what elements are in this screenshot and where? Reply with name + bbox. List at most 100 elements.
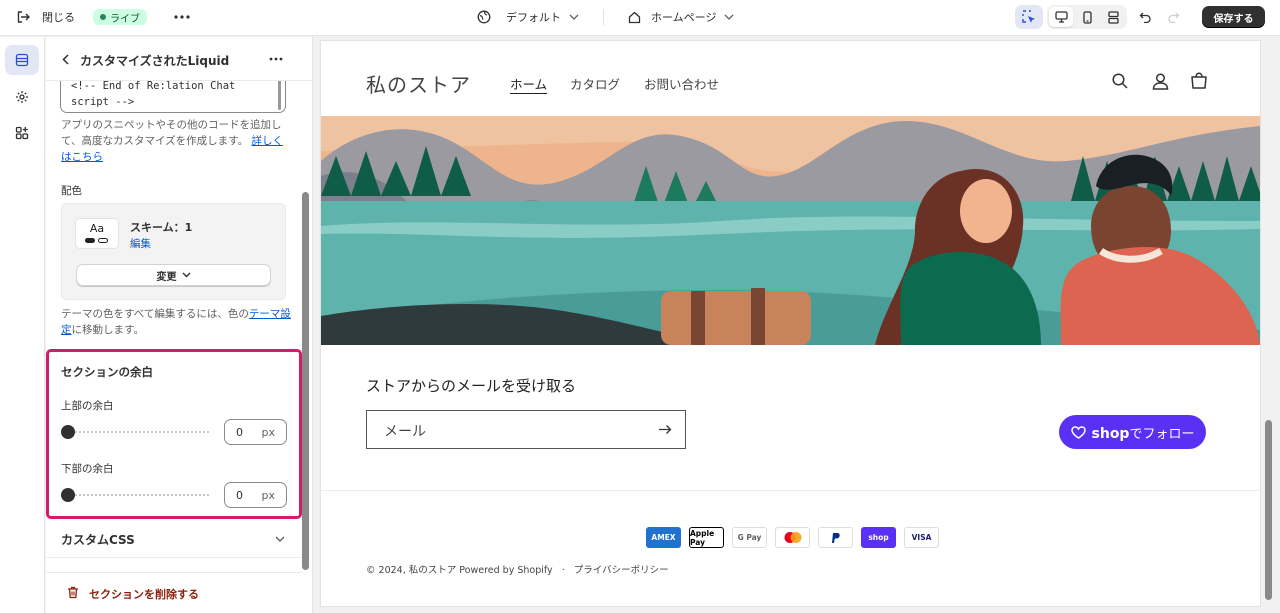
newsletter-title: ストアからのメールを受け取る bbox=[366, 377, 577, 395]
chevron-down-icon bbox=[724, 14, 734, 20]
redo-button[interactable] bbox=[1164, 8, 1182, 26]
storefront-preview: 私のストア ホーム カタログ お問い合わせ ストアからのメールを受け取る メール… bbox=[321, 41, 1260, 606]
color-scheme-label: 配色 bbox=[61, 185, 82, 197]
theme-note-post: に移動します。 bbox=[71, 324, 144, 336]
shop-follow-button[interactable]: shopでフォロー bbox=[1059, 415, 1206, 449]
bottom-margin-input[interactable]: 0 px bbox=[224, 482, 287, 508]
help-text: アプリのスニペットやその他のコードを追加して、高度なカスタマイズを作成します。 … bbox=[61, 117, 289, 165]
fullwidth-icon bbox=[1107, 10, 1119, 24]
change-scheme-button[interactable]: 変更 bbox=[76, 264, 271, 286]
top-margin-input[interactable]: 0 px bbox=[224, 419, 287, 445]
top-margin-value: 0 bbox=[236, 426, 243, 439]
more-actions-button[interactable] bbox=[174, 0, 190, 34]
section-margin-title: セクションの余白 bbox=[61, 365, 153, 379]
more-horizontal-icon bbox=[174, 15, 190, 19]
theme-note-pre: テーマの色をすべて編集するには、色の bbox=[61, 308, 249, 320]
custom-liquid-code-field[interactable]: <!-- End of Re:lation Chat script --> bbox=[60, 78, 286, 113]
bottom-margin-unit: px bbox=[261, 489, 276, 502]
mobile-icon bbox=[1082, 10, 1092, 24]
fullscreen-view-button[interactable] bbox=[1101, 7, 1125, 27]
desktop-icon bbox=[1054, 11, 1068, 23]
search-button[interactable] bbox=[1111, 72, 1129, 90]
apple-pay-icon: Apple Pay bbox=[689, 527, 724, 548]
top-bar: 閉じる ライブ デフォルト ホームページ 保存する bbox=[0, 0, 1280, 36]
close-label: 閉じる bbox=[42, 11, 75, 24]
swatch-text: Aa bbox=[89, 222, 105, 235]
code-scrollbar[interactable] bbox=[278, 78, 281, 110]
top-margin-unit: px bbox=[261, 426, 276, 439]
save-button[interactable]: 保存する bbox=[1202, 6, 1265, 28]
page-label: ホームページ bbox=[651, 11, 717, 24]
top-margin-slider-handle[interactable] bbox=[61, 425, 75, 439]
visa-icon: VISA bbox=[904, 527, 939, 548]
search-icon bbox=[1112, 73, 1128, 89]
color-scheme-card: Aa スキーム：1 編集 変更 bbox=[61, 203, 286, 300]
undo-icon bbox=[1139, 12, 1151, 23]
home-icon bbox=[628, 11, 641, 23]
close-button[interactable]: 閉じる bbox=[16, 0, 75, 34]
theme-selector[interactable]: デフォルト bbox=[477, 0, 579, 34]
delete-section-label: セクションを削除する bbox=[89, 588, 199, 601]
live-badge: ライブ bbox=[93, 9, 147, 25]
more-horizontal-icon bbox=[269, 57, 283, 61]
desktop-view-button[interactable] bbox=[1049, 7, 1073, 27]
section-more-button[interactable] bbox=[266, 51, 286, 67]
heart-icon bbox=[1070, 425, 1086, 439]
bottom-margin-slider[interactable] bbox=[63, 494, 211, 496]
footer-separator: · bbox=[561, 565, 565, 576]
apps-icon bbox=[15, 126, 29, 140]
scheme-edit-link[interactable]: 編集 bbox=[130, 236, 151, 251]
cart-icon bbox=[1191, 72, 1207, 89]
preview-scrollbar[interactable] bbox=[1265, 420, 1272, 600]
custom-css-accordion[interactable]: カスタムCSS bbox=[46, 522, 303, 558]
footer-copyright: © 2024, 私のストア Powered by Shopify · プライバシ… bbox=[366, 562, 669, 576]
shop-pay-icon: shop bbox=[861, 527, 896, 548]
bottom-margin-slider-handle[interactable] bbox=[61, 488, 75, 502]
nav-contact[interactable]: お問い合わせ bbox=[644, 74, 719, 93]
panel-title: カスタマイズされたLiquid bbox=[80, 54, 230, 68]
code-line-2: script --> bbox=[71, 96, 135, 108]
sections-tab[interactable] bbox=[5, 45, 39, 75]
shop-wordmark: shop bbox=[1091, 425, 1130, 442]
globe-icon bbox=[477, 10, 491, 24]
hero-illustration bbox=[321, 116, 1260, 345]
mastercard-logo bbox=[784, 532, 801, 543]
account-button[interactable] bbox=[1150, 72, 1170, 90]
nav-home[interactable]: ホーム bbox=[510, 74, 547, 93]
cart-button[interactable] bbox=[1189, 71, 1209, 91]
inspector-toggle[interactable] bbox=[1015, 5, 1043, 29]
swatch-secondary-button bbox=[98, 238, 108, 243]
page-selector[interactable]: ホームページ bbox=[628, 0, 734, 34]
chevron-down-icon bbox=[569, 14, 579, 20]
mobile-view-button[interactable] bbox=[1075, 7, 1099, 27]
nav-catalog[interactable]: カタログ bbox=[570, 74, 620, 93]
live-status: ライブ bbox=[93, 0, 147, 34]
chevron-down-icon bbox=[275, 536, 285, 542]
mastercard-icon bbox=[775, 527, 810, 548]
sections-icon bbox=[15, 53, 29, 67]
delete-section-button[interactable]: セクションを削除する bbox=[46, 572, 303, 613]
top-margin-slider[interactable] bbox=[63, 431, 211, 433]
section-margin-group: セクションの余白 上部の余白 0 px 下部の余白 0 px bbox=[46, 349, 302, 519]
newsletter-email-input[interactable]: メール bbox=[366, 410, 686, 449]
panel-scrollbar[interactable] bbox=[302, 192, 309, 570]
privacy-policy-link[interactable]: プライバシーポリシー bbox=[574, 565, 669, 576]
store-name[interactable]: 私のストア bbox=[366, 69, 471, 98]
copyright-text: © 2024, 私のストア Powered by Shopify bbox=[366, 565, 553, 576]
exit-icon bbox=[17, 11, 30, 23]
user-icon bbox=[1152, 72, 1168, 90]
paypal-logo bbox=[831, 532, 840, 543]
scheme-swatch: Aa bbox=[76, 219, 118, 248]
swatch-primary-button bbox=[85, 238, 95, 243]
follow-text: でフォロー bbox=[1129, 426, 1195, 442]
app-embeds-tab[interactable] bbox=[5, 118, 39, 148]
payment-icons: AMEX Apple Pay G Pay shop VISA bbox=[646, 527, 939, 548]
bottom-margin-value: 0 bbox=[236, 489, 243, 502]
theme-settings-tab[interactable] bbox=[5, 82, 39, 112]
arrow-right-icon[interactable] bbox=[659, 424, 672, 435]
undo-button[interactable] bbox=[1136, 8, 1154, 26]
back-button[interactable] bbox=[58, 51, 72, 67]
amex-icon: AMEX bbox=[646, 527, 681, 548]
settings-panel: <!-- End of Re:lation Chat script --> カス… bbox=[46, 37, 313, 613]
change-scheme-label: 変更 bbox=[156, 271, 177, 283]
